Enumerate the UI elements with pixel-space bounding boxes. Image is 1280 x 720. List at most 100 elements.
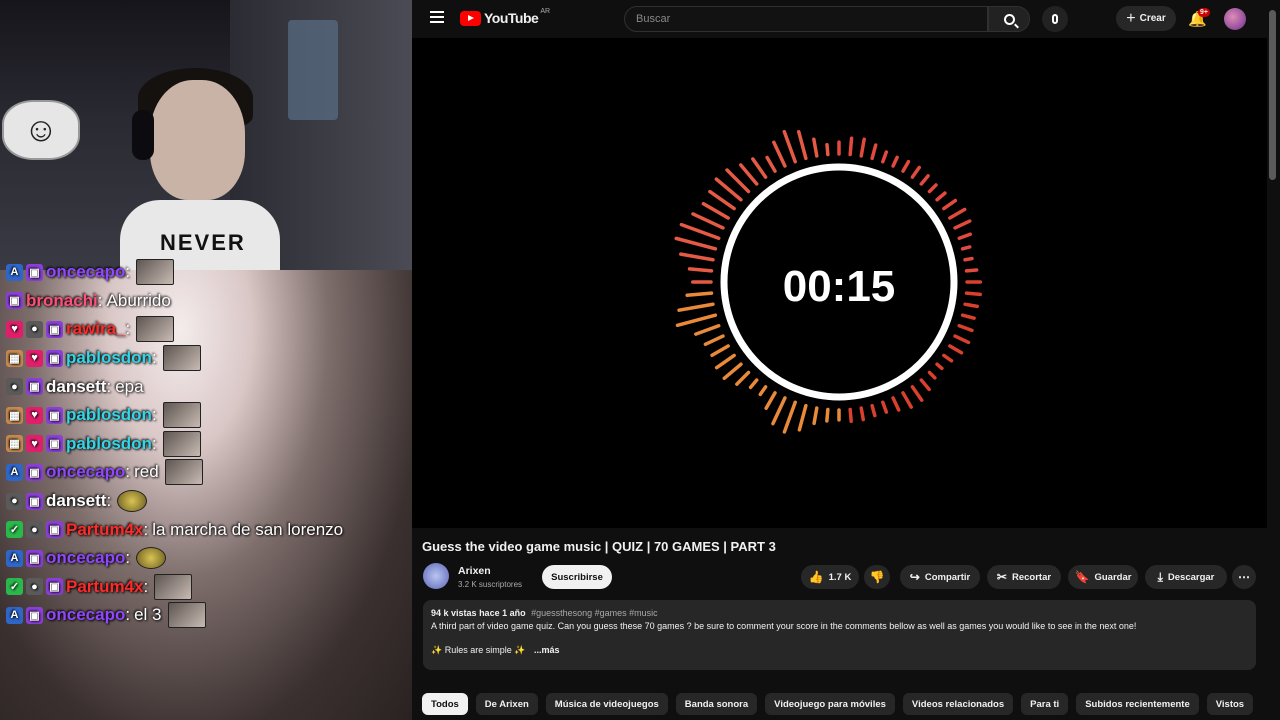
chat-username[interactable]: pablosdon [66, 405, 152, 425]
chat-message: A ▣ oncecapo: [6, 544, 411, 573]
save-label: Guardar [1094, 571, 1132, 583]
visualizer-bar [739, 163, 759, 186]
menu-icon[interactable] [430, 11, 444, 23]
visualizer-bar [710, 344, 730, 358]
filter-chip[interactable]: Todos [422, 693, 468, 715]
filter-chip[interactable]: Videos relacionados [902, 693, 1014, 715]
chat-username[interactable]: pablosdon [66, 348, 152, 368]
description-more: ✨ Rules are simple ✨ ...más [431, 645, 1248, 656]
scrollbar[interactable] [1269, 10, 1276, 180]
chat-username[interactable]: oncecapo [46, 462, 125, 482]
visualizer-bar [758, 385, 768, 397]
filter-chip[interactable]: De Arixen [475, 693, 538, 715]
video-player[interactable]: 00:15 [412, 38, 1267, 528]
visualizer-bar [825, 407, 830, 423]
chat-emote [136, 259, 175, 286]
twitch-badge-icon: ▣ [46, 435, 63, 453]
chat-username[interactable]: oncecapo [46, 605, 125, 625]
chat-username[interactable]: bronachi [26, 291, 98, 311]
channel-avatar[interactable] [423, 563, 449, 589]
visualizer-bar [772, 140, 787, 168]
chat-emote [167, 602, 206, 629]
create-button[interactable]: + Crear [1116, 6, 1176, 31]
clip-button[interactable]: ✂ Recortar [987, 565, 1061, 589]
pink-badge-icon: ♥ [26, 435, 43, 453]
visualizer-bar [919, 378, 931, 392]
voice-search-button[interactable] [1042, 6, 1068, 32]
visualizer-bar [675, 313, 718, 328]
chat-username[interactable]: rawira_ [66, 319, 126, 339]
visualizer-bar [960, 313, 976, 320]
chat-message: ▦ ♥ ▣ pablosdon: [6, 344, 411, 373]
filter-chip[interactable]: Videojuego para móviles [765, 693, 895, 715]
filter-chip[interactable]: Para ti [1021, 693, 1069, 715]
video-title: Guess the video game music | QUIZ | 70 G… [422, 539, 776, 554]
sub-badge-icon: A [6, 263, 23, 281]
search-button[interactable] [988, 6, 1030, 32]
visualizer-bar [708, 189, 736, 211]
filter-chip[interactable]: Vistos [1206, 693, 1254, 715]
dark-badge-icon: ● [6, 378, 23, 396]
chat-emote [164, 459, 203, 486]
visualizer-bar [771, 396, 787, 426]
save-button[interactable]: 🔖 Guardar [1068, 565, 1138, 589]
share-icon: ↪ [909, 570, 920, 584]
chat-message: ▦ ♥ ▣ pablosdon: [6, 430, 411, 459]
visualizer-bar [748, 378, 759, 390]
visualizer-bar [901, 391, 913, 409]
visualizer-bar [722, 362, 743, 381]
screen: ☺ NEVER A ▣ oncecapo: ▣ bronachi: Aburrido ♥ ● ▣… [0, 0, 1280, 720]
chat-username[interactable]: Partum4x [66, 520, 143, 540]
visualizer-bar [901, 159, 911, 173]
create-label: Crear [1139, 13, 1166, 24]
thumbs-up-icon: 👍 [808, 570, 824, 584]
dislike-button[interactable]: 👎 [864, 565, 890, 589]
avatar[interactable] [1224, 8, 1246, 30]
chat-message: ▦ ♥ ▣ pablosdon: [6, 401, 411, 430]
sub-badge-icon: A [6, 549, 23, 567]
show-more-link[interactable]: ...más [534, 645, 560, 655]
filter-chip[interactable]: Banda sonora [675, 693, 758, 715]
subscribe-button[interactable]: Suscribirse [542, 565, 612, 589]
visualizer-bar [764, 391, 777, 410]
visualizer-bar [714, 353, 736, 370]
thumbs-down-icon: 👎 [869, 570, 885, 584]
visualizer-bar [891, 155, 899, 168]
gift-badge-icon: ▦ [6, 406, 23, 424]
description-line2: Rules are simple [444, 645, 512, 655]
filter-chip[interactable]: Música de videojuegos [545, 693, 668, 715]
visualizer-bar [735, 370, 751, 386]
youtube-logo[interactable]: YouTube AR [460, 8, 550, 26]
visualizer-bar [765, 155, 777, 173]
filter-chip[interactable]: Subidos recientemente [1076, 693, 1199, 715]
chat-text: el 3 [134, 605, 162, 625]
visualizer-bar [703, 334, 725, 347]
twitch-badge-icon: ▣ [26, 463, 43, 481]
chat-username[interactable]: oncecapo [46, 548, 125, 568]
chat-username[interactable]: dansett [46, 377, 106, 397]
chat-username[interactable]: dansett [46, 491, 106, 511]
search-input[interactable]: Buscar [624, 6, 988, 32]
visualizer-bar [953, 219, 972, 230]
youtube-page: YouTube AR Buscar + Crear 🔔 9+ 00:15 Gue… [412, 0, 1280, 720]
visualizer-bar [782, 129, 797, 164]
description-box[interactable]: 94 k vistas hace 1 año #guessthesong #ga… [423, 600, 1256, 670]
chat-username[interactable]: pablosdon [66, 434, 152, 454]
search-icon [1003, 13, 1015, 25]
download-button[interactable]: ⤓ Descargar [1145, 565, 1227, 589]
visualizer-bar [910, 165, 921, 179]
hashtags[interactable]: #guessthesong #games #music [531, 608, 658, 618]
visualizer-bar [942, 353, 954, 363]
green-badge-icon: ✓ [6, 521, 23, 539]
chat-separator: : [125, 605, 131, 625]
more-actions-button[interactable]: ⋯ [1232, 565, 1256, 589]
pink-badge-icon: ♥ [6, 320, 23, 338]
green-badge-icon: ✓ [6, 578, 23, 596]
share-button[interactable]: ↪ Compartir [900, 565, 980, 589]
chat-username[interactable]: Partum4x [66, 577, 143, 597]
chat-separator: : [151, 433, 157, 453]
twitch-badge-icon: ▣ [26, 492, 43, 510]
channel-name[interactable]: Arixen [458, 565, 491, 577]
chat-username[interactable]: oncecapo [46, 262, 125, 282]
like-button[interactable]: 👍 1.7 K [801, 565, 859, 589]
